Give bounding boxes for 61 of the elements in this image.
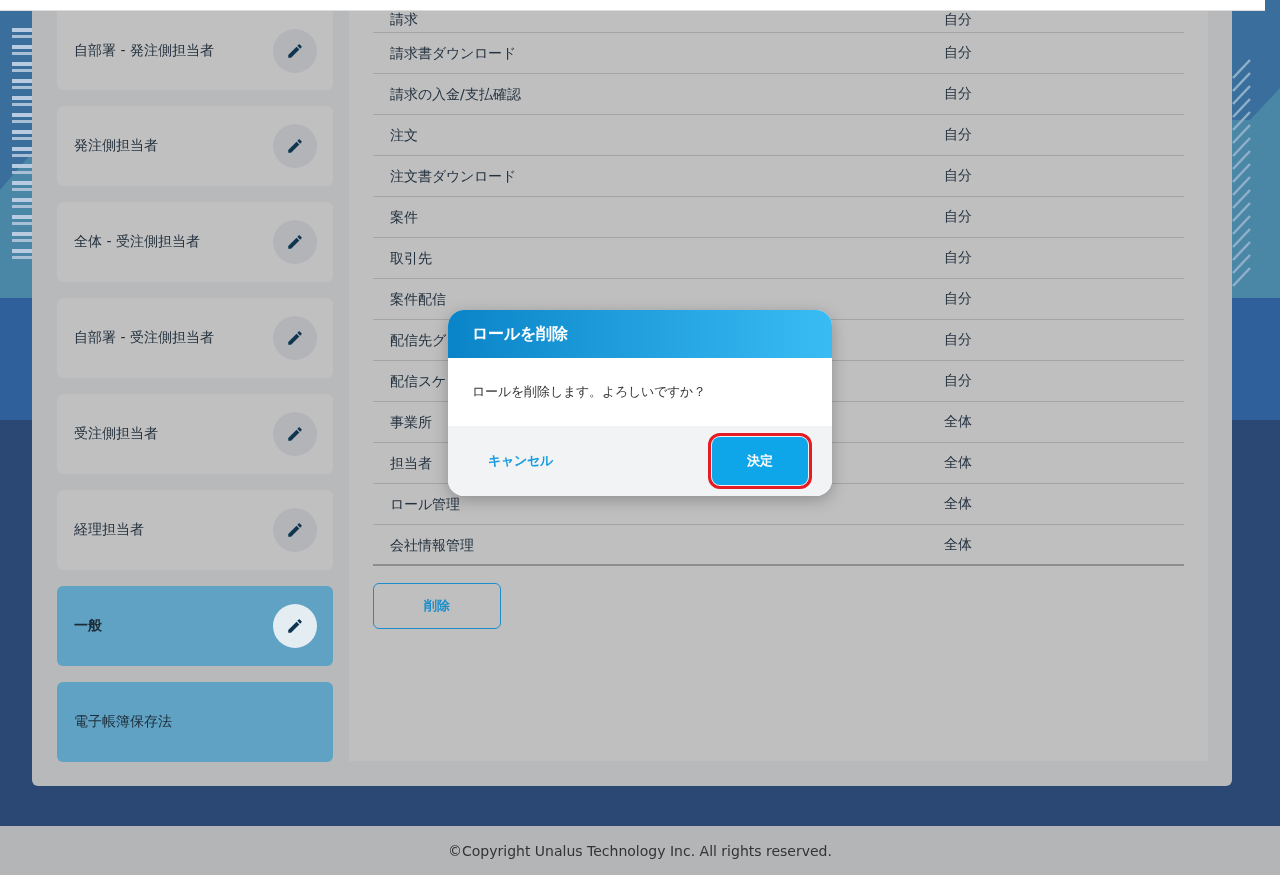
pencil-icon xyxy=(286,521,304,539)
table-cell: 案件配信 xyxy=(390,291,446,307)
table-cell: 事業所 xyxy=(390,414,432,430)
edit-button[interactable] xyxy=(273,28,317,73)
table-cell: 請求書ダウンロード xyxy=(390,45,516,61)
table-cell: 案件 xyxy=(390,209,418,225)
role-item[interactable]: 自部署 - 受注側担当者 xyxy=(57,298,333,378)
table-cell: 自分 xyxy=(944,331,972,349)
role-name: 受注側担当者 xyxy=(74,425,158,443)
pencil-icon xyxy=(286,329,304,347)
table-cell: 自分 xyxy=(944,249,972,267)
role-name: 自部署 - 受注側担当者 xyxy=(74,329,214,347)
table-cell: 自分 xyxy=(944,372,972,390)
role-name: 経理担当者 xyxy=(74,521,144,539)
edit-button[interactable] xyxy=(273,508,317,552)
table-cell: 全体 xyxy=(944,495,972,513)
dialog-message: ロールを削除します。よろしいですか？ xyxy=(472,383,706,401)
pencil-icon xyxy=(286,233,304,251)
edit-button[interactable] xyxy=(273,220,317,264)
role-name: 電子帳簿保存法 xyxy=(74,713,172,731)
pencil-icon xyxy=(286,425,304,443)
role-name: 自部署 - 発注側担当者 xyxy=(74,41,214,60)
edit-button[interactable] xyxy=(273,604,317,648)
role-item[interactable]: 電子帳簿保存法 xyxy=(57,682,333,762)
table-cell: 注文書ダウンロード xyxy=(390,168,516,184)
table-cell: 全体 xyxy=(944,454,972,472)
table-cell: 注文 xyxy=(390,127,418,143)
table-cell: 担当者 xyxy=(390,455,432,471)
role-item[interactable]: 全体 - 受注側担当者 xyxy=(57,202,333,282)
table-cell: 全体 xyxy=(944,535,972,554)
role-item[interactable]: 発注側担当者 xyxy=(57,106,333,186)
role-name: 発注側担当者 xyxy=(74,137,158,155)
table-cell: 自分 xyxy=(944,290,972,308)
table-cell: 自分 xyxy=(944,44,972,62)
table-cell: 取引先 xyxy=(390,250,432,266)
table-cell: 自分 xyxy=(944,167,972,185)
table-cell: 全体 xyxy=(944,413,972,431)
table-cell: 自分 xyxy=(944,126,972,144)
copyright-text: ©Copyright Unalus Technology Inc. All rights reserved. xyxy=(448,842,832,859)
pencil-icon xyxy=(286,617,304,635)
role-item[interactable]: 自部署 - 発注側担当者 xyxy=(57,11,333,90)
role-item[interactable]: 経理担当者 xyxy=(57,490,333,570)
role-name: 全体 - 受注側担当者 xyxy=(74,233,200,251)
table-cell: 会社情報管理 xyxy=(390,536,474,553)
pencil-icon xyxy=(286,41,304,60)
edit-button[interactable] xyxy=(273,316,317,360)
edit-button[interactable] xyxy=(273,412,317,456)
table-cell: 配信先グ xyxy=(390,332,446,348)
role-item[interactable]: 受注側担当者 xyxy=(57,394,333,474)
table-cell: 請求の入金/支払確認 xyxy=(390,86,521,102)
role-item[interactable]: 一般 xyxy=(57,586,333,666)
table-cell: 自分 xyxy=(944,85,972,103)
table-cell: 請求 xyxy=(390,11,418,27)
edit-button[interactable] xyxy=(273,124,317,168)
table-cell: ロール管理 xyxy=(390,496,460,512)
role-name: 一般 xyxy=(74,617,102,635)
table-cell: 自分 xyxy=(944,11,972,29)
table-cell: 配信スケ xyxy=(390,373,446,389)
dialog-title: ロールを削除 xyxy=(472,323,568,345)
pencil-icon xyxy=(286,137,304,155)
table-cell: 自分 xyxy=(944,208,972,226)
